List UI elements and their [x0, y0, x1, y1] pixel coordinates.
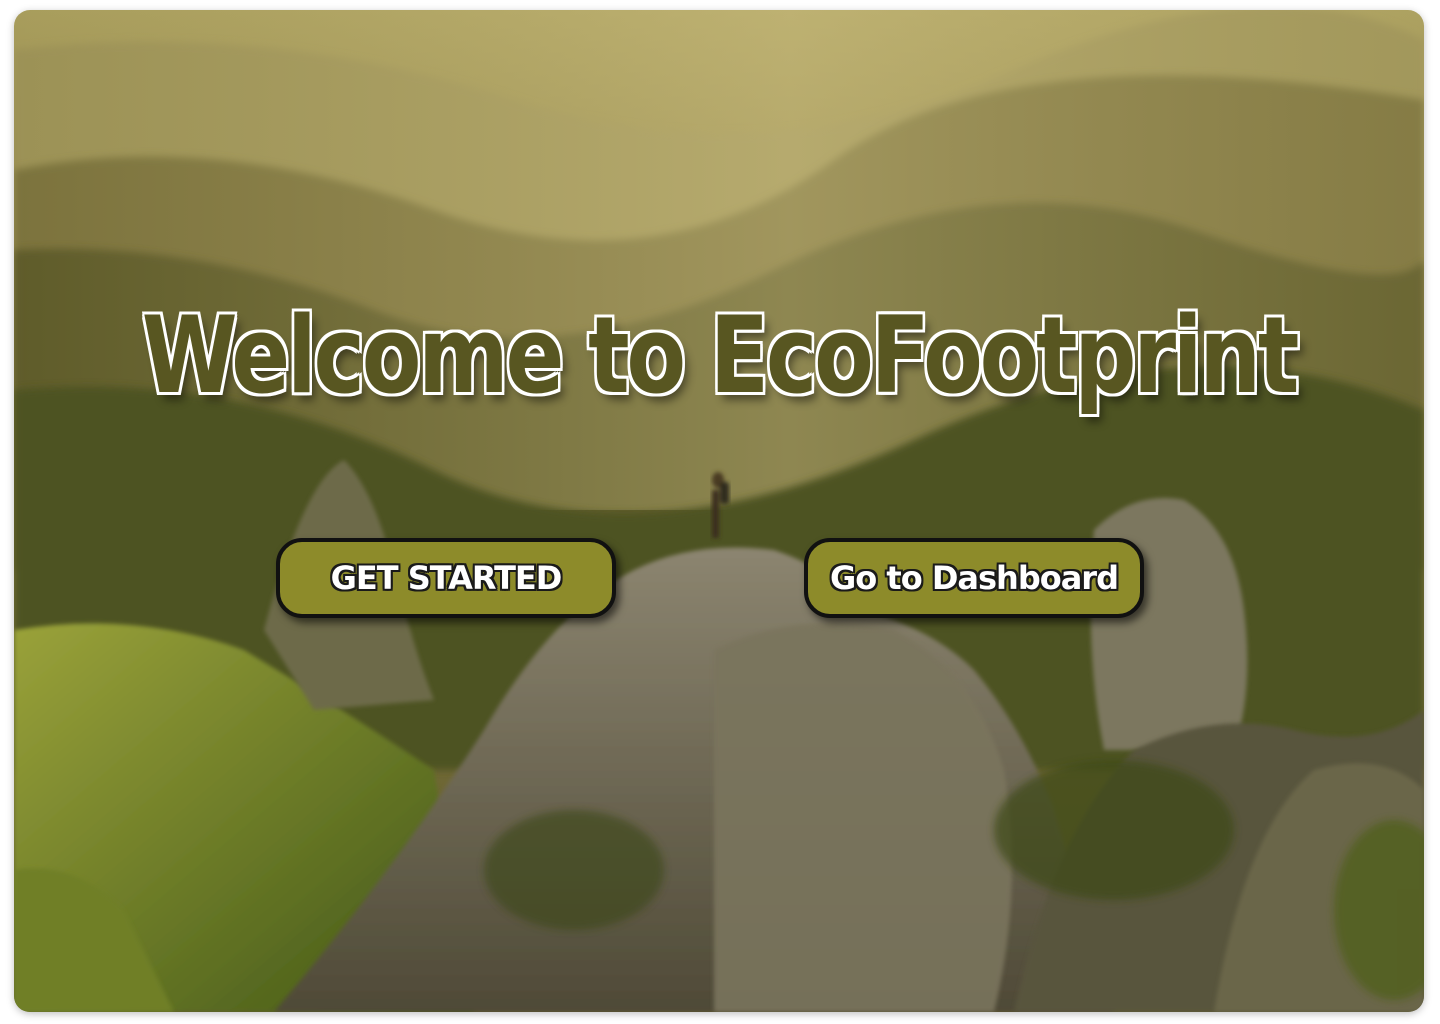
go-to-dashboard-button[interactable]: Go to Dashboard: [804, 538, 1144, 618]
page-title: Welcome to EcoFootprint: [141, 294, 1300, 417]
landing-page: Welcome to EcoFootprint GET STARTED Go t…: [14, 10, 1424, 1012]
hero-background-image: [14, 10, 1424, 1012]
get-started-button[interactable]: GET STARTED: [276, 538, 616, 618]
go-to-dashboard-label: Go to Dashboard: [830, 559, 1119, 597]
get-started-label: GET STARTED: [330, 559, 563, 597]
